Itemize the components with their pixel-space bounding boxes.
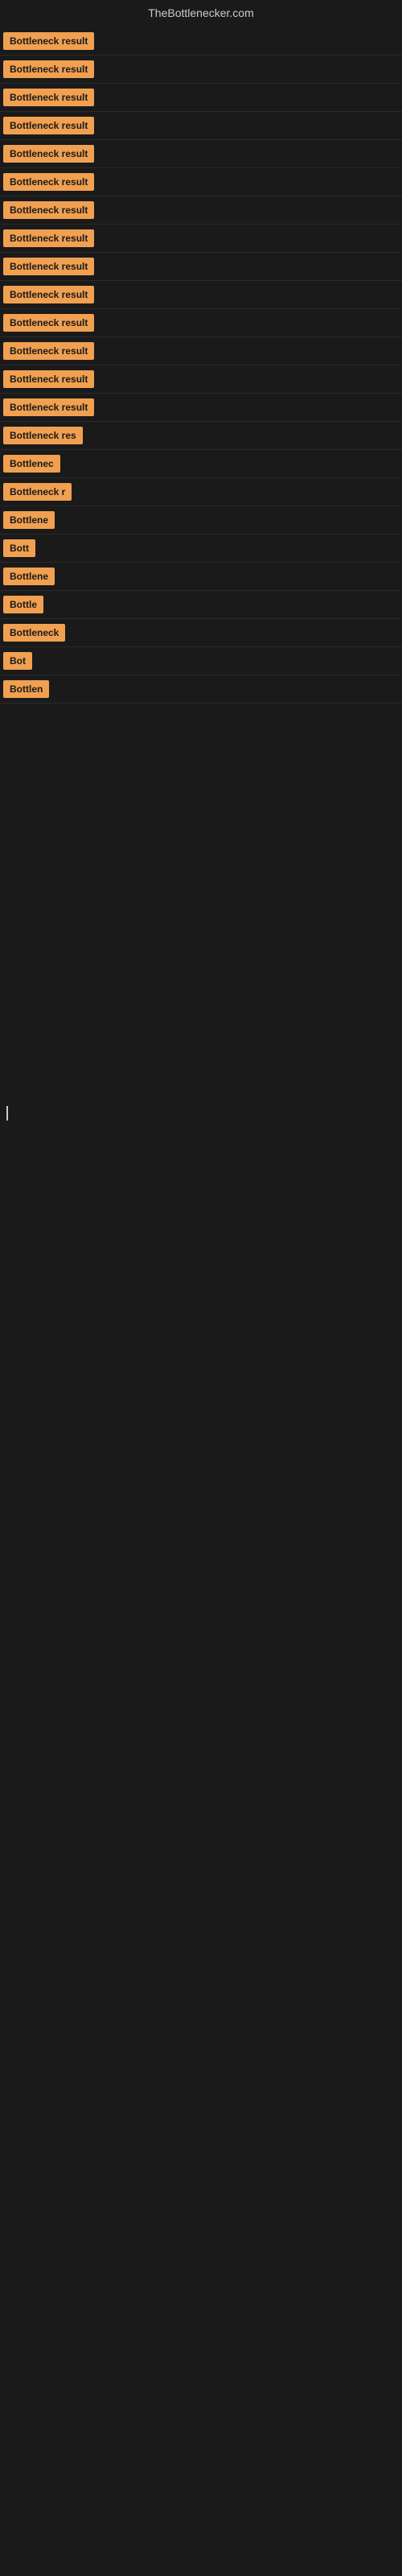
bottleneck-badge[interactable]: Bottleneck result bbox=[3, 145, 94, 163]
bottleneck-badge[interactable]: Bottleneck result bbox=[3, 60, 94, 78]
bottleneck-badge[interactable]: Bottleneck result bbox=[3, 258, 94, 275]
bottleneck-badge[interactable]: Bottleneck result bbox=[3, 229, 94, 247]
bottleneck-badge[interactable]: Bottleneck result bbox=[3, 314, 94, 332]
list-item: Bot bbox=[0, 647, 402, 675]
list-item: Bottleneck result bbox=[0, 168, 402, 196]
list-item: Bottle bbox=[0, 591, 402, 619]
site-title: TheBottlenecker.com bbox=[0, 0, 402, 27]
list-item: Bottleneck bbox=[0, 619, 402, 647]
bottleneck-badge[interactable]: Bottleneck result bbox=[3, 370, 94, 388]
list-item: Bott bbox=[0, 535, 402, 563]
bottleneck-badge[interactable]: Bottlene bbox=[3, 511, 55, 529]
bottleneck-badge[interactable]: Bottleneck bbox=[3, 624, 65, 642]
list-item: Bottlen bbox=[0, 675, 402, 704]
list-item: Bottlenec bbox=[0, 450, 402, 478]
bottleneck-badge[interactable]: Bottlene bbox=[3, 568, 55, 585]
bottleneck-badge[interactable]: Bottleneck result bbox=[3, 201, 94, 219]
bottleneck-badge[interactable]: Bottleneck result bbox=[3, 32, 94, 50]
bottleneck-badge[interactable]: Bottleneck result bbox=[3, 342, 94, 360]
bottleneck-badge[interactable]: Bottleneck result bbox=[3, 173, 94, 191]
results-list: Bottleneck result Bottleneck result Bottle… bbox=[0, 27, 402, 704]
list-item: Bottleneck result bbox=[0, 27, 402, 56]
bottleneck-badge[interactable]: Bottleneck r bbox=[3, 483, 72, 501]
bottleneck-badge[interactable]: Bottleneck result bbox=[3, 117, 94, 134]
bottleneck-badge[interactable]: Bottleneck result bbox=[3, 286, 94, 303]
list-item: Bottleneck result bbox=[0, 309, 402, 337]
list-item: Bottleneck result bbox=[0, 140, 402, 168]
list-item: Bottlene bbox=[0, 563, 402, 591]
list-item: Bottleneck result bbox=[0, 281, 402, 309]
bottleneck-badge[interactable]: Bott bbox=[3, 539, 35, 557]
list-item: Bottleneck result bbox=[0, 337, 402, 365]
list-item: Bottleneck result bbox=[0, 225, 402, 253]
list-item: Bottleneck res bbox=[0, 422, 402, 450]
list-item: Bottleneck result bbox=[0, 365, 402, 394]
bottleneck-badge[interactable]: Bottlen bbox=[3, 680, 49, 698]
bottleneck-badge[interactable]: Bottleneck result bbox=[3, 398, 94, 416]
list-item: Bottleneck result bbox=[0, 196, 402, 225]
list-item: Bottleneck result bbox=[0, 394, 402, 422]
list-item: Bottleneck result bbox=[0, 253, 402, 281]
list-item: Bottleneck result bbox=[0, 84, 402, 112]
bottleneck-badge[interactable]: Bottlenec bbox=[3, 455, 60, 473]
empty-area bbox=[0, 704, 402, 1348]
bottleneck-badge[interactable]: Bottleneck result bbox=[3, 89, 94, 106]
bottleneck-badge[interactable]: Bot bbox=[3, 652, 32, 670]
list-item: Bottleneck result bbox=[0, 56, 402, 84]
bottleneck-badge[interactable]: Bottle bbox=[3, 596, 43, 613]
list-item: Bottlene bbox=[0, 506, 402, 535]
list-item: Bottleneck result bbox=[0, 112, 402, 140]
text-cursor bbox=[6, 1106, 8, 1121]
bottleneck-badge[interactable]: Bottleneck res bbox=[3, 427, 83, 444]
list-item: Bottleneck r bbox=[0, 478, 402, 506]
